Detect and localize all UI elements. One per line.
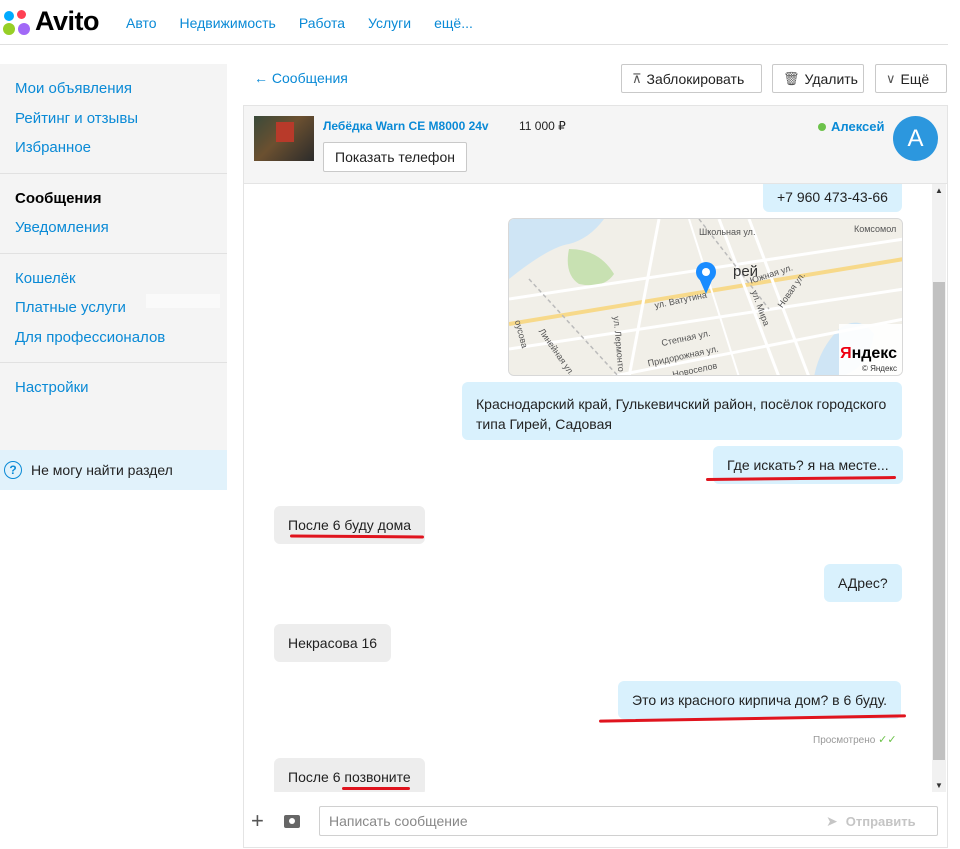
logo-text: Avito (35, 6, 100, 36)
sidebar-group-settings: Настройки (0, 363, 227, 413)
send-button-label: Отправить (845, 814, 916, 829)
sidebar-item-wallet[interactable]: Кошелёк (15, 264, 227, 294)
wallet-balance-mask (146, 294, 220, 308)
header-divider (0, 44, 948, 45)
avito-logo[interactable]: Avito (2, 6, 100, 37)
item-thumbnail[interactable] (254, 116, 314, 161)
chat-scrollbar[interactable]: ▲ ▼ (932, 184, 946, 792)
camera-icon[interactable] (284, 815, 300, 828)
message-out: Это из красного кирпича дом? в 6 буду. (618, 681, 902, 719)
avatar[interactable]: А (893, 116, 938, 161)
sidebar: Мои объявления Рейтинг и отзывы Избранно… (0, 64, 227, 490)
message-in: Некрасова 16 (274, 624, 392, 662)
send-arrow-icon: ➤ (826, 813, 838, 829)
yandex-copyright: © Яндекс (861, 364, 897, 373)
seen-status: Просмотрено ✓✓ (813, 733, 897, 746)
nav-auto[interactable]: Авто (126, 15, 157, 31)
help-link[interactable]: ? Не могу найти раздел (0, 450, 227, 490)
sidebar-item-settings[interactable]: Настройки (15, 373, 227, 403)
sidebar-group-wallet: Кошелёк Платные услуги Для профессионало… (0, 254, 227, 363)
nav-jobs[interactable]: Работа (299, 15, 345, 31)
sidebar-item-favorites[interactable]: Избранное (15, 133, 227, 163)
logo-dots-icon (2, 8, 32, 36)
map-label: Комсомол (854, 224, 897, 234)
map-label: Школьная ул. (699, 227, 756, 237)
scroll-thumb[interactable] (933, 282, 945, 760)
online-status-icon (818, 122, 826, 131)
sidebar-group-messages: Сообщения Уведомления (0, 174, 227, 254)
item-price: 11 000 ₽ (519, 119, 566, 133)
message-list: +7 960 473-43-66 Школьная ул. Комсомол р… (244, 184, 947, 792)
more-button[interactable]: ∨ Ещё (875, 64, 947, 93)
chat-header: Лебёдка Warn CE M8000 24v 11 000 ₽ Показ… (244, 106, 947, 184)
block-button-label: Заблокировать (646, 70, 745, 87)
back-to-messages-link[interactable]: ← Сообщения (254, 70, 348, 86)
block-button[interactable]: ⊼ Заблокировать (621, 64, 762, 93)
delete-button-label: Удалить (804, 70, 858, 87)
block-icon: ⊼ (632, 70, 642, 86)
nav-realty[interactable]: Недвижимость (180, 15, 276, 31)
sidebar-item-my-ads[interactable]: Мои объявления (15, 74, 227, 104)
question-icon: ? (4, 461, 22, 479)
chat-panel: Лебёдка Warn CE M8000 24v 11 000 ₽ Показ… (243, 105, 948, 848)
nav-services[interactable]: Услуги (368, 15, 411, 31)
show-phone-button[interactable]: Показать телефон (323, 142, 467, 172)
scroll-down-icon[interactable]: ▼ (935, 781, 943, 790)
underline-annotation (342, 787, 410, 790)
chevron-down-icon: ∨ (886, 70, 896, 86)
send-button[interactable]: ➤ Отправить (826, 813, 916, 830)
sidebar-item-pro[interactable]: Для профессионалов (15, 323, 227, 353)
double-check-icon: ✓✓ (878, 734, 897, 746)
attach-plus-icon[interactable]: + (251, 808, 264, 834)
map-preview[interactable]: Школьная ул. Комсомол рей Южная ул. ул. … (508, 218, 903, 376)
message-out: АДрес? (824, 564, 902, 602)
nav-more[interactable]: ещё... (434, 15, 473, 31)
trash-icon: 🗑 (783, 70, 800, 86)
sidebar-group-account: Мои объявления Рейтинг и отзывы Избранно… (0, 64, 227, 174)
message-composer: + ➤ Отправить (244, 792, 947, 849)
user-name-label: Алексей (831, 119, 885, 134)
delete-button[interactable]: 🗑 Удалить (772, 64, 864, 93)
sidebar-item-notifications[interactable]: Уведомления (15, 213, 227, 243)
sidebar-item-messages[interactable]: Сообщения (15, 184, 227, 214)
top-header: Avito Авто Недвижимость Работа Услуги ещ… (0, 0, 960, 45)
item-title[interactable]: Лебёдка Warn CE M8000 24v (323, 119, 489, 133)
top-nav: Авто Недвижимость Работа Услуги ещё... (126, 15, 496, 31)
yandex-logo: Яндекс (840, 345, 897, 362)
user-name[interactable]: Алексей (818, 119, 885, 134)
message-out: +7 960 473-43-66 (763, 184, 902, 212)
more-button-label: Ещё (900, 70, 930, 87)
help-label: Не могу найти раздел (31, 462, 173, 478)
sidebar-item-rating[interactable]: Рейтинг и отзывы (15, 104, 227, 134)
scroll-up-icon[interactable]: ▲ (935, 186, 943, 195)
seen-label: Просмотрено (813, 735, 876, 746)
message-out: Краснодарский край, Гулькевичский район,… (462, 382, 902, 440)
